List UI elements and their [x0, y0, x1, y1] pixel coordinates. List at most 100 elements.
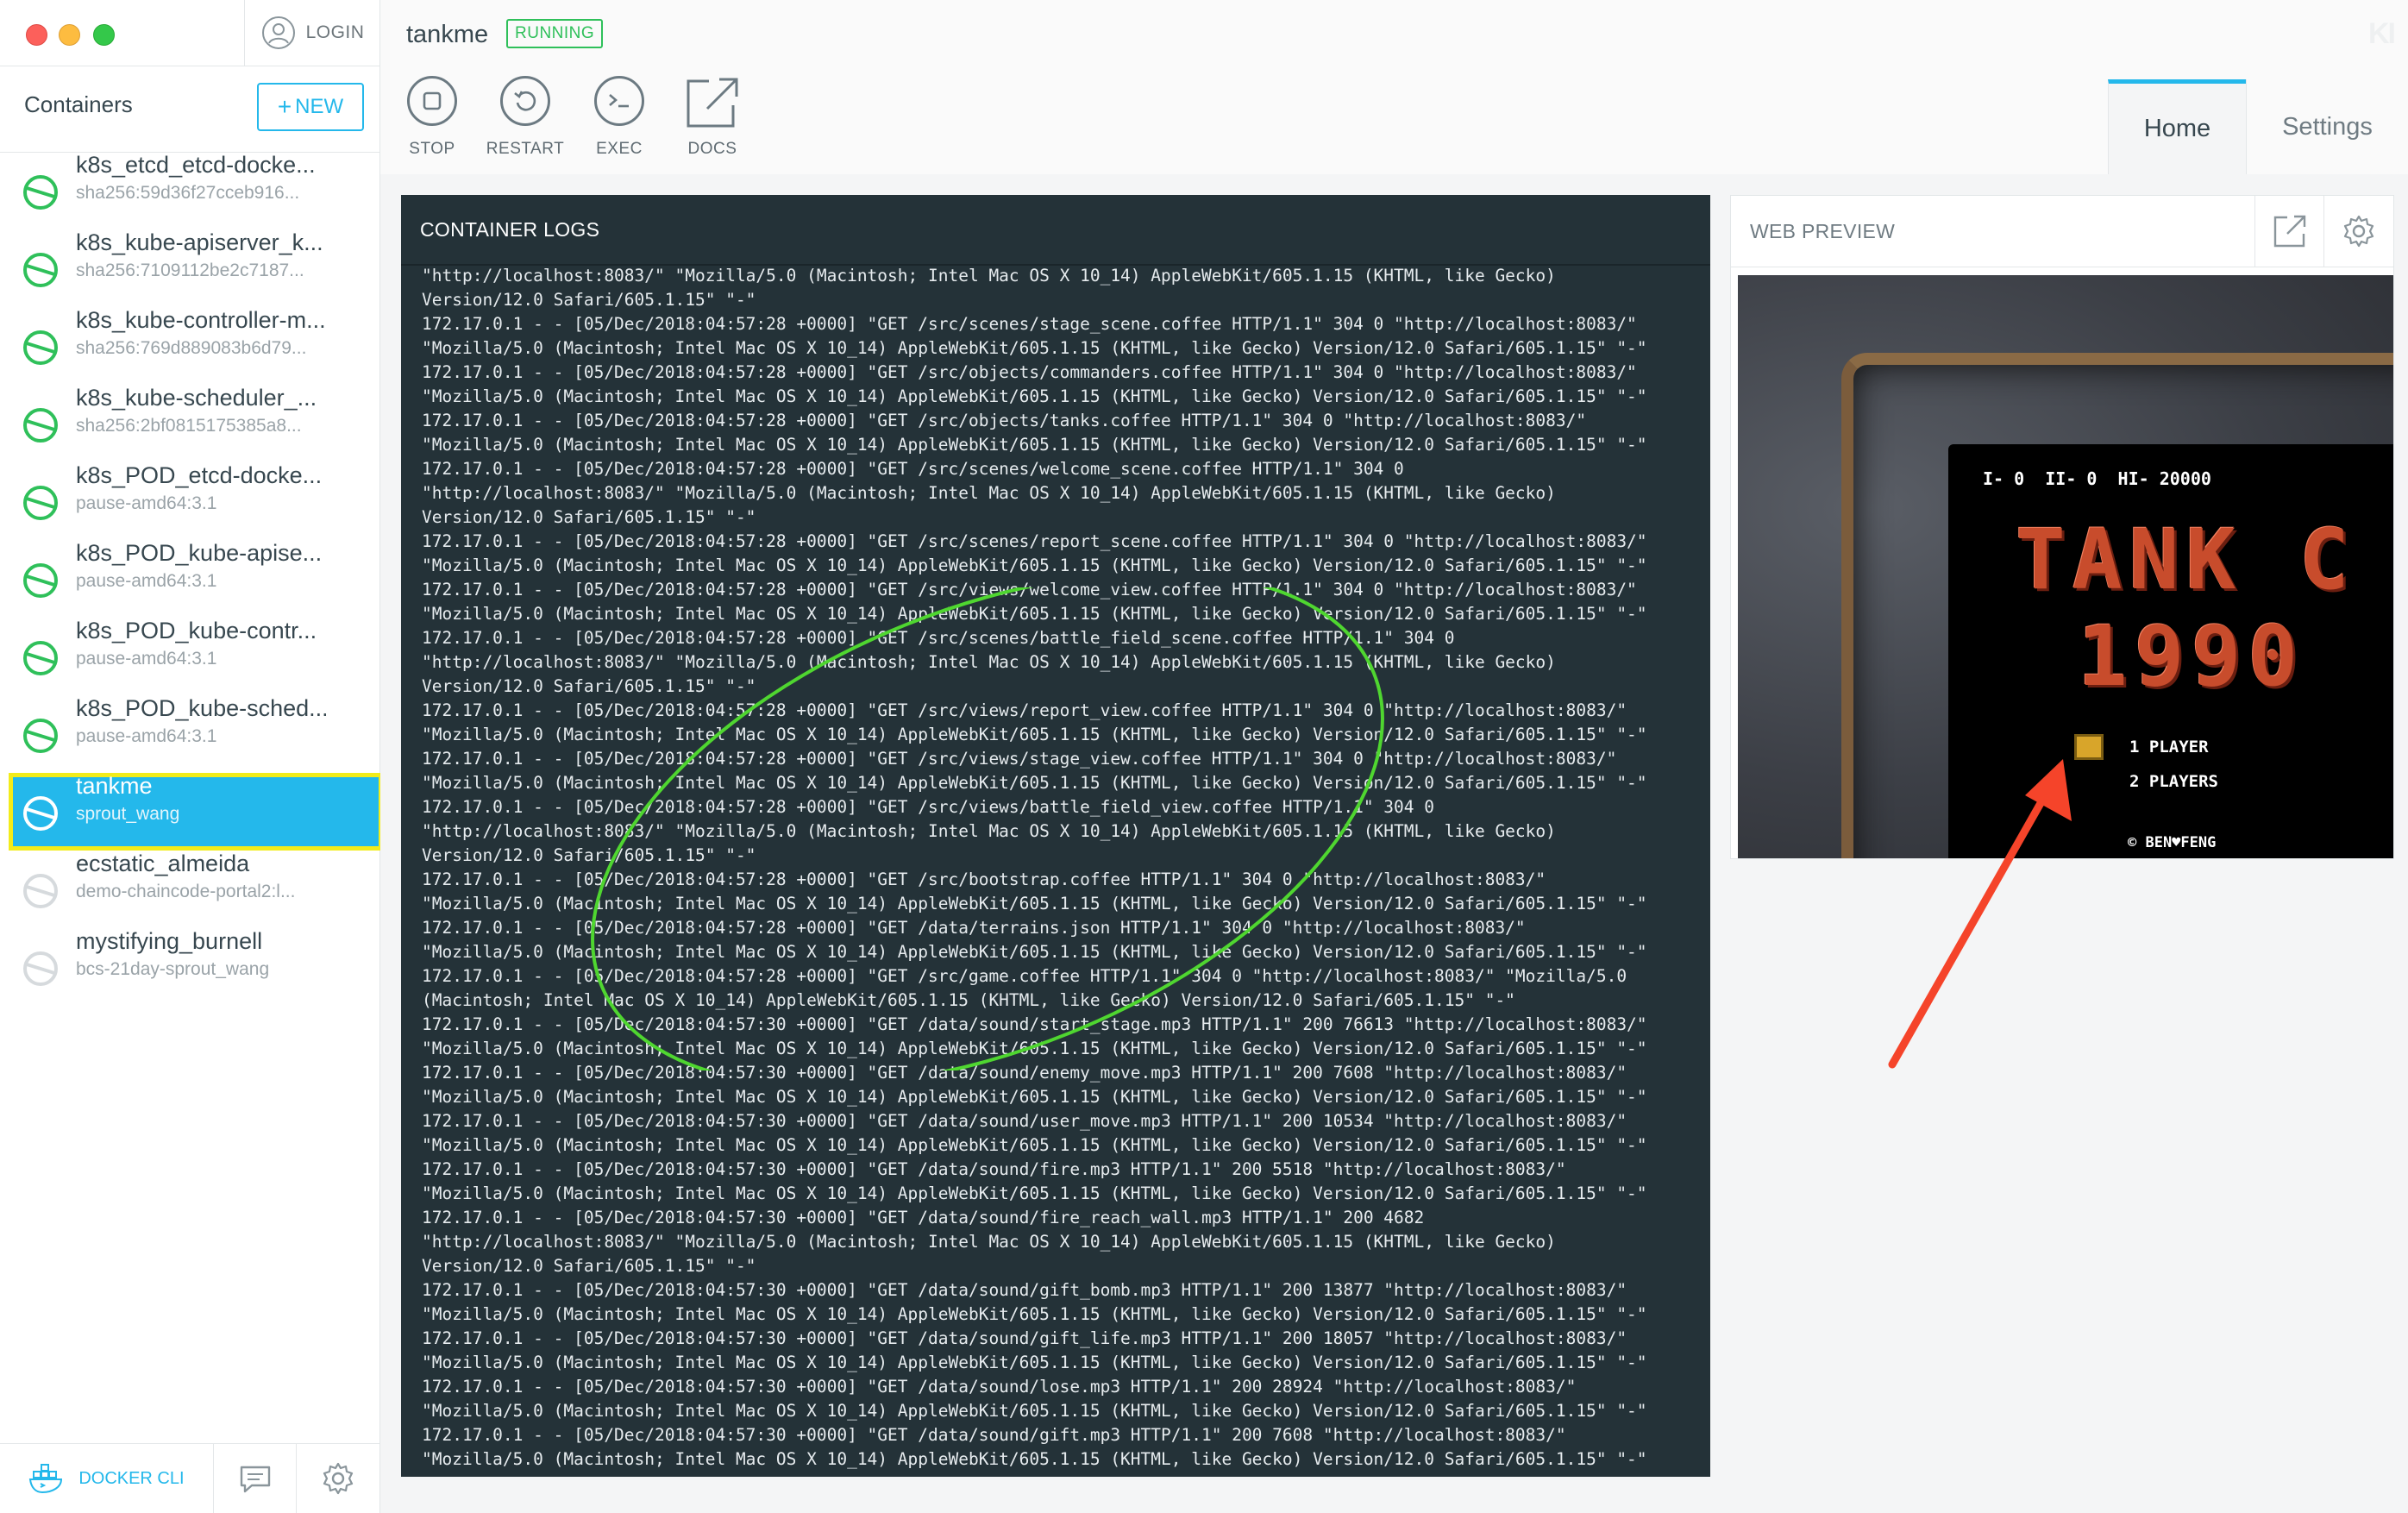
- stop-button[interactable]: STOP: [393, 76, 471, 171]
- containers-title: Containers: [24, 91, 133, 117]
- container-toolbar: STOP RESTART EXEC DOCS: [380, 66, 2408, 175]
- terminal-icon: [609, 94, 629, 108]
- container-item[interactable]: k8s_kube-controller-m... sha256:769d8890…: [0, 307, 379, 385]
- log-text: "http://localhost:8083/" "Mozilla/5.0 (M…: [422, 266, 1647, 1469]
- game-title-line2: 1990: [2078, 608, 2305, 705]
- container-name: ecstatic_almeida: [76, 851, 250, 876]
- sidebar-footer: DOCKER CLI: [0, 1443, 379, 1513]
- container-image: sha256:769d889083b6d79...: [76, 338, 307, 358]
- container-running-icon: [23, 408, 58, 443]
- docs-button[interactable]: DOCS: [674, 76, 751, 171]
- tank-cursor-icon: [2074, 734, 2104, 760]
- container-header: tankme RUNNING KI: [380, 0, 2408, 66]
- game-score-hud: I- 0 II- 0 HI- 20000: [1983, 468, 2211, 489]
- container-name: mystifying_burnell: [76, 928, 263, 954]
- restart-button[interactable]: RESTART: [486, 76, 564, 171]
- minimize-window-button[interactable]: [59, 24, 80, 46]
- container-name: k8s_kube-scheduler_...: [76, 385, 317, 411]
- container-image: pause-amd64:3.1: [76, 571, 217, 591]
- restart-icon: [514, 91, 536, 111]
- container-image: sha256:2bf0815175385a8...: [76, 416, 302, 436]
- container-logs-panel: CONTAINER LOGS "http://localhost:8083/" …: [401, 195, 1710, 1477]
- view-tabs: Home Settings: [2108, 79, 2408, 174]
- container-image: pause-amd64:3.1: [76, 649, 217, 669]
- container-running-icon: [23, 175, 58, 210]
- container-name: k8s_kube-controller-m...: [76, 307, 326, 333]
- status-badge: RUNNING: [506, 19, 604, 48]
- open-preview-button[interactable]: [2254, 196, 2324, 267]
- login-label: LOGIN: [305, 22, 365, 42]
- container-name: k8s_POD_kube-contr...: [76, 618, 317, 643]
- container-item[interactable]: k8s_POD_kube-sched... pause-amd64:3.1: [0, 695, 379, 773]
- chat-button[interactable]: [214, 1444, 298, 1513]
- container-title: tankme: [406, 21, 489, 48]
- container-image: pause-amd64:3.1: [76, 726, 217, 746]
- new-button-label: NEW: [295, 95, 344, 118]
- close-window-button[interactable]: [26, 24, 47, 46]
- exec-label: EXEC: [596, 140, 643, 158]
- container-name: k8s_kube-apiserver_k...: [76, 229, 323, 255]
- container-running-icon: [23, 563, 58, 598]
- game-option-1-player: 1 PLAYER: [2129, 738, 2209, 756]
- container-image: pause-amd64:3.1: [76, 493, 217, 513]
- restart-label: RESTART: [486, 140, 565, 158]
- user-circle-icon: [261, 16, 295, 49]
- login-button[interactable]: LOGIN: [244, 0, 380, 66]
- container-item[interactable]: k8s_etcd_etcd-docke... sha256:59d36f27cc…: [0, 152, 379, 229]
- new-container-button[interactable]: + NEW: [257, 83, 364, 131]
- external-link-icon: [2273, 215, 2306, 248]
- sidebar: LOGIN Containers + NEW k8s_etcd_etcd-doc…: [0, 0, 383, 1513]
- container-item[interactable]: mystifying_burnell bcs-21day-sprout_wang: [0, 928, 379, 1006]
- web-preview-image[interactable]: I- 0 II- 0 HI- 20000 TANK C 1990 1 PLAYE…: [1738, 275, 2393, 858]
- window-titlebar: LOGIN: [0, 0, 379, 66]
- container-running-icon: [23, 330, 58, 365]
- container-image: sha256:59d36f27cceb916...: [76, 183, 300, 203]
- docs-label: DOCS: [687, 140, 737, 158]
- home-content: CONTAINER LOGS "http://localhost:8083/" …: [380, 174, 2408, 1513]
- container-item[interactable]: k8s_POD_etcd-docke... pause-amd64:3.1: [0, 462, 379, 540]
- stop-label: STOP: [409, 140, 455, 158]
- container-item-selected[interactable]: tankme sprout_wang: [9, 773, 383, 851]
- container-logs-title: CONTAINER LOGS: [401, 195, 1710, 266]
- game-title-line1: TANK C: [2016, 512, 2356, 608]
- container-image: sha256:7109112be2c7187...: [76, 261, 304, 280]
- gear-icon: [323, 1462, 354, 1495]
- game-option-2-players: 2 PLAYERS: [2129, 772, 2218, 791]
- container-running-icon: [23, 796, 58, 831]
- container-running-icon: [23, 719, 58, 753]
- game-credit: © BEN♥FENG: [2128, 834, 2217, 851]
- game-screen: I- 0 II- 0 HI- 20000 TANK C 1990 1 PLAYE…: [1948, 444, 2393, 858]
- tab-home[interactable]: Home: [2108, 79, 2246, 174]
- container-item[interactable]: k8s_POD_kube-apise... pause-amd64:3.1: [0, 540, 379, 618]
- container-item[interactable]: ecstatic_almeida demo-chaincode-portal2:…: [0, 851, 379, 928]
- chat-icon: [240, 1466, 270, 1493]
- container-name: k8s_POD_kube-apise...: [76, 540, 323, 566]
- container-running-icon: [23, 486, 58, 520]
- main-panel: tankme RUNNING KI STOP RESTART EXEC DOCS…: [380, 0, 2408, 1513]
- web-preview-panel: WEB PREVIEW I- 0 II- 0 HI- 20000 TANK C …: [1730, 195, 2394, 859]
- tab-settings[interactable]: Settings: [2246, 79, 2408, 174]
- container-item[interactable]: k8s_kube-apiserver_k... sha256:7109112be…: [0, 229, 379, 307]
- docker-cli-label: DOCKER CLI: [78, 1468, 185, 1488]
- container-stopped-icon: [23, 874, 58, 908]
- preview-settings-button[interactable]: [2323, 196, 2393, 267]
- container-name: k8s_POD_kube-sched...: [76, 695, 326, 721]
- preferences-button[interactable]: [297, 1444, 379, 1513]
- web-preview-title: WEB PREVIEW: [1750, 220, 1896, 242]
- plus-icon: +: [277, 93, 292, 120]
- docker-whale-icon: [29, 1464, 63, 1494]
- container-name: k8s_etcd_etcd-docke...: [76, 152, 316, 178]
- container-item[interactable]: k8s_kube-scheduler_... sha256:2bf0815175…: [0, 385, 379, 462]
- container-running-icon: [23, 641, 58, 675]
- zoom-window-button[interactable]: [93, 24, 115, 46]
- container-image: demo-chaincode-portal2:l...: [76, 882, 296, 901]
- container-image: bcs-21day-sprout_wang: [76, 959, 270, 979]
- app-logo: KI: [2368, 17, 2396, 50]
- container-item[interactable]: k8s_POD_kube-contr... pause-amd64:3.1: [0, 618, 379, 695]
- web-preview-header: WEB PREVIEW: [1731, 196, 2393, 267]
- log-output[interactable]: "http://localhost:8083/" "Mozilla/5.0 (M…: [401, 266, 1710, 1477]
- docker-cli-button[interactable]: DOCKER CLI: [0, 1444, 214, 1513]
- container-name: tankme: [76, 773, 153, 799]
- exec-button[interactable]: EXEC: [580, 76, 658, 171]
- external-link-icon: [687, 78, 738, 128]
